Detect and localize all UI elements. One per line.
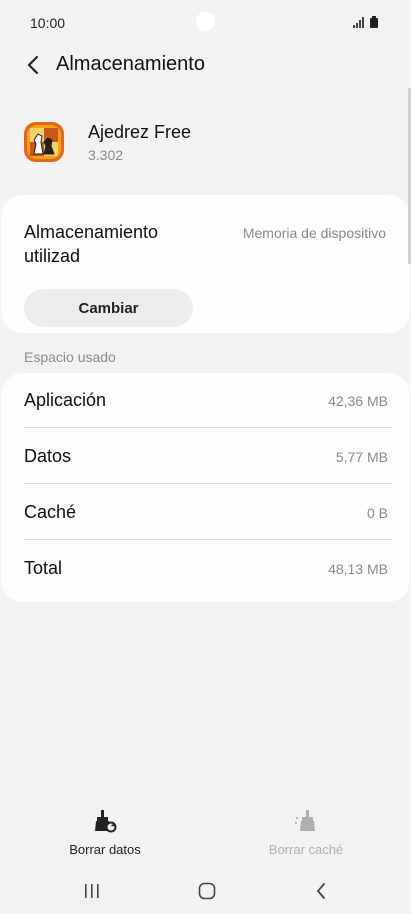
usage-label: Datos [24,446,72,466]
usage-value: 5,77 MB [335,449,388,465]
home-button[interactable] [192,876,222,906]
app-version: 3.302 [88,147,124,163]
page-title: Almacenamiento [56,53,205,75]
recent-apps-button[interactable] [77,876,107,906]
app-info: Ajedrez Free 3.302 [0,118,411,174]
recent-apps-icon [85,884,99,898]
battery-icon [370,16,378,28]
usage-row-total: Total 48,13 MB [24,541,388,597]
divider [24,483,392,484]
clear-data-label: Borrar datos [69,842,141,857]
usage-row-app: Aplicación 42,36 MB [24,373,388,429]
divider [24,427,392,428]
app-name: Ajedrez Free [88,122,192,142]
signal-icon [353,17,364,28]
usage-row-data: Datos 5,77 MB [24,429,388,485]
storage-card: Almacenamiento utilizad Memoria de dispo… [1,195,410,333]
usage-row-cache: Caché 0 B [24,485,388,541]
clear-cache-label: Borrar caché [268,842,344,857]
usage-value: 42,36 MB [328,393,388,409]
status-bar: 10:00 [0,0,411,44]
chevron-left-icon [27,55,39,75]
section-title: Espacio usado [24,349,116,365]
home-icon [198,882,216,900]
clear-cache-button[interactable]: Borrar caché [236,808,376,860]
clear-data-button[interactable]: Borrar datos [35,808,175,860]
change-storage-button[interactable]: Cambiar [24,289,193,327]
usage-label: Caché [24,502,77,522]
broom-sparkle-icon [295,810,315,831]
back-button[interactable] [20,52,46,78]
divider [24,539,392,540]
bottom-actions: Borrar datos Borrar caché [0,808,411,860]
usage-label: Aplicación [24,390,107,410]
usage-value: 48,13 MB [328,561,388,577]
usage-card: Aplicación 42,36 MB Datos 5,77 MB Caché … [1,373,410,602]
broom-icon [95,810,117,833]
header: Almacenamiento [0,44,411,88]
navigation-bar [0,868,411,914]
camera-cutout [196,12,215,31]
storage-location-value: Memoria de dispositivo [242,225,386,241]
usage-label: Total [24,558,63,578]
usage-value: 0 B [366,505,388,521]
chess-app-icon [24,122,64,162]
status-time: 10:00 [30,15,66,31]
storage-location-label: Almacenamiento utilizad [24,222,159,266]
nav-back-button[interactable] [306,876,336,906]
back-icon [317,883,325,899]
status-icons [353,15,383,29]
